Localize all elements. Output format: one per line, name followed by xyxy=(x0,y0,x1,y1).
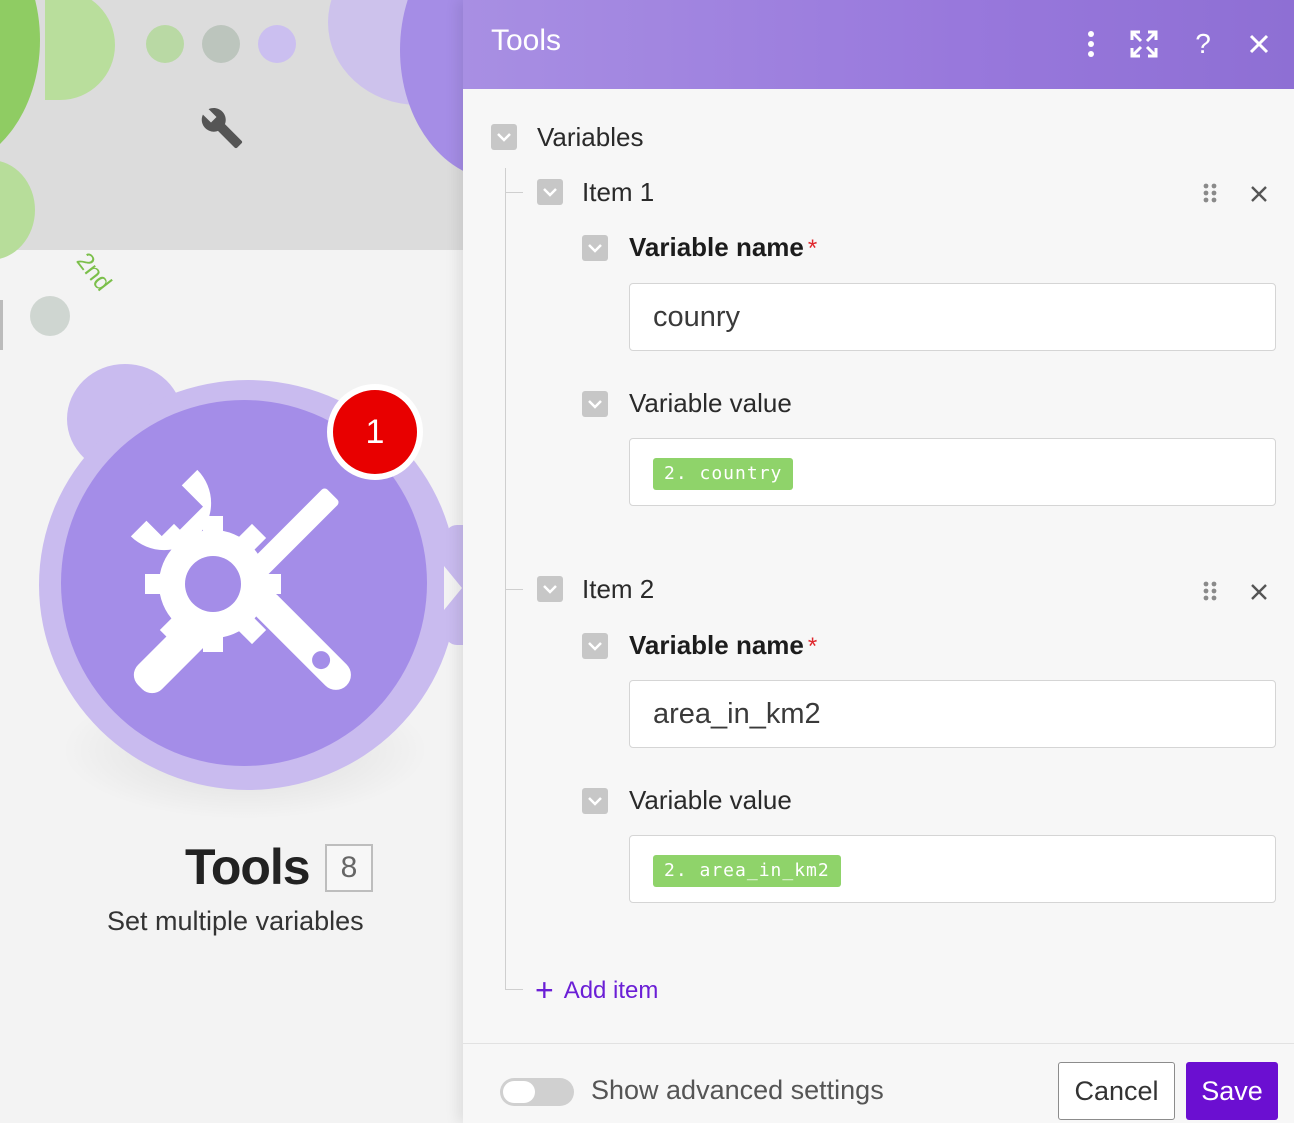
chevron-down-icon xyxy=(497,133,511,142)
mapped-value-pill[interactable]: 2. area_in_km2 xyxy=(653,855,841,887)
connector-dot xyxy=(30,296,70,336)
scenario-canvas[interactable]: 2nd 1 Tools 8 Set multiple variables xyxy=(0,0,463,1123)
drag-handle-icon xyxy=(1203,183,1217,203)
tree-branch xyxy=(505,989,523,990)
item-1-name-label: Variable name * xyxy=(629,232,817,263)
footer-divider xyxy=(463,1043,1294,1044)
advanced-settings-toggle[interactable] xyxy=(500,1078,574,1106)
item-2-variable-name-input[interactable]: area_in_km2 xyxy=(629,680,1276,748)
more-options-button[interactable] xyxy=(1071,24,1111,64)
tree-branch xyxy=(505,192,523,193)
mapped-value-pill[interactable]: 2. country xyxy=(653,458,794,490)
operations-badge: 1 xyxy=(327,384,423,480)
item-2-remove-button[interactable] xyxy=(1245,578,1273,606)
close-icon xyxy=(1249,34,1269,54)
variables-collapse-toggle[interactable] xyxy=(491,124,517,150)
module-connector-notch-arrow xyxy=(444,566,462,610)
panel-header: Tools ? xyxy=(463,0,1294,89)
item-1-value-label: Variable value xyxy=(629,388,792,418)
tree-branch xyxy=(505,589,523,590)
module-title: Tools xyxy=(185,839,311,895)
module-number: 8 xyxy=(325,844,373,892)
item-2-label: Item 2 xyxy=(582,574,655,604)
item-1-drag-handle[interactable] xyxy=(1200,181,1220,210)
item-2-value-label: Variable value xyxy=(629,785,792,815)
help-icon: ? xyxy=(1195,28,1211,59)
chevron-down-icon xyxy=(588,797,602,806)
item-2-drag-handle[interactable] xyxy=(1200,579,1220,608)
required-asterisk: * xyxy=(807,633,818,660)
module-subtitle: Set multiple variables xyxy=(107,906,364,936)
chevron-down-icon xyxy=(543,585,557,594)
toggle-knob xyxy=(503,1081,535,1103)
item-1-value-toggle[interactable] xyxy=(582,391,608,417)
panel-title: Tools xyxy=(491,24,562,57)
chevron-down-icon xyxy=(588,244,602,253)
wrench-icon[interactable] xyxy=(200,106,244,150)
item-1-variable-value-input[interactable]: 2. country xyxy=(629,438,1276,506)
save-button[interactable]: Save xyxy=(1186,1062,1278,1120)
item-2-collapse-toggle[interactable] xyxy=(537,576,563,602)
expand-icon xyxy=(1130,30,1158,58)
drag-handle-icon xyxy=(1203,581,1217,601)
variables-label: Variables xyxy=(537,122,644,152)
item-2-variable-value-input[interactable]: 2. area_in_km2 xyxy=(629,835,1276,903)
variable-name-label-text: Variable name xyxy=(629,630,804,660)
variable-name-label-text: Variable name xyxy=(629,232,804,262)
help-button[interactable]: ? xyxy=(1183,24,1223,64)
chevron-down-icon xyxy=(543,188,557,197)
advanced-settings-label: Show advanced settings xyxy=(591,1075,884,1105)
chevron-down-icon xyxy=(588,400,602,409)
connector-dot xyxy=(146,25,184,63)
item-2-name-label: Variable name * xyxy=(629,630,817,661)
item-1-label: Item 1 xyxy=(582,177,655,207)
close-icon xyxy=(1251,584,1267,600)
more-icon xyxy=(1088,31,1094,57)
connector-dot xyxy=(202,25,240,63)
expand-button[interactable] xyxy=(1124,24,1164,64)
chevron-down-icon xyxy=(588,642,602,651)
item-2-name-toggle[interactable] xyxy=(582,633,608,659)
close-panel-button[interactable] xyxy=(1239,24,1279,64)
required-asterisk: * xyxy=(807,235,818,262)
route-label: 2nd xyxy=(70,248,117,297)
item-2-value-toggle[interactable] xyxy=(582,788,608,814)
item-1-collapse-toggle[interactable] xyxy=(537,179,563,205)
module-settings-panel: Tools ? Variables Item 1 Variable name *… xyxy=(463,0,1294,1123)
connector-dot xyxy=(258,25,296,63)
add-item-label: Add item xyxy=(563,977,659,1004)
cancel-button[interactable]: Cancel xyxy=(1058,1062,1175,1120)
item-1-variable-name-input[interactable]: counry xyxy=(629,283,1276,351)
item-1-remove-button[interactable] xyxy=(1245,180,1273,208)
plus-icon: + xyxy=(535,972,554,1008)
tree-line xyxy=(505,168,506,990)
canvas-edge-marker xyxy=(0,300,3,350)
item-1-name-toggle[interactable] xyxy=(582,235,608,261)
add-item-button[interactable]: + Add item xyxy=(535,972,658,1009)
close-icon xyxy=(1251,186,1267,202)
